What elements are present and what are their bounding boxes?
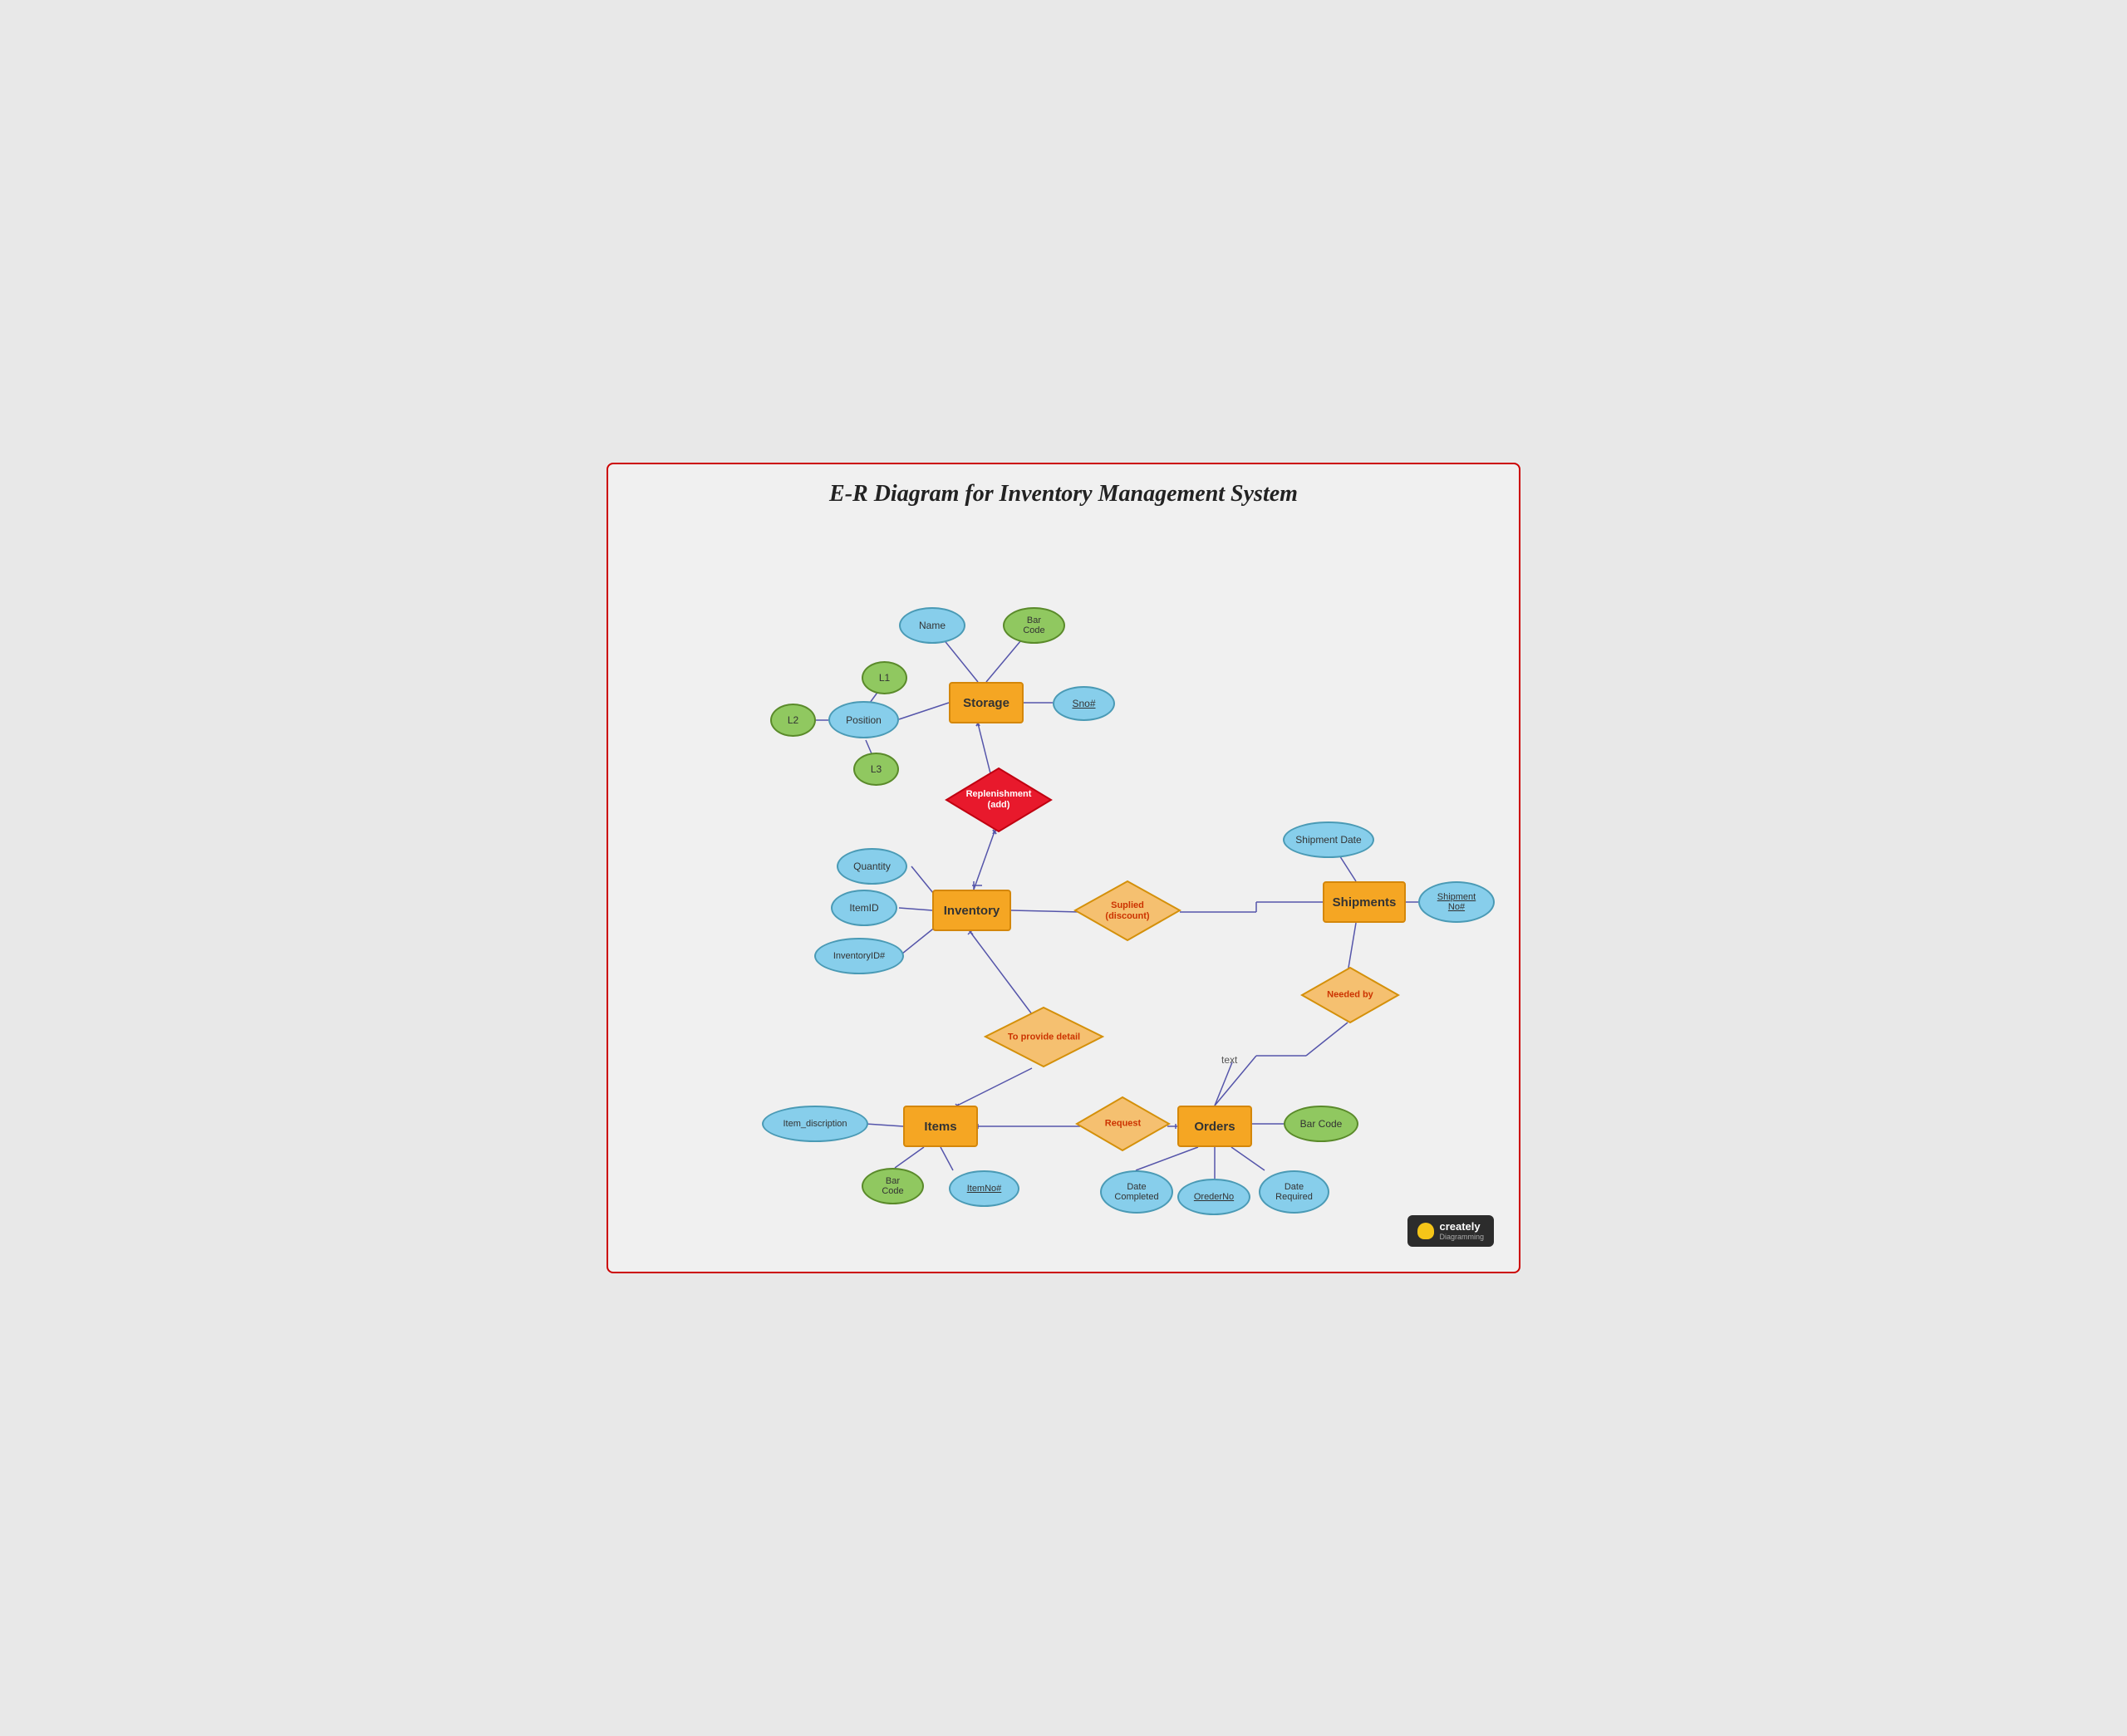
- attribute-l2: L2: [770, 704, 816, 737]
- attribute-barcode2: Bar Code: [862, 1168, 924, 1204]
- attribute-inventoryid: InventoryID#: [814, 938, 904, 974]
- attribute-date-required: Date Required: [1259, 1170, 1329, 1214]
- relationship-request: Request: [1075, 1096, 1171, 1152]
- attribute-orderno: OrederNo: [1177, 1179, 1250, 1215]
- creately-logo-text: creately Diagramming: [1439, 1220, 1484, 1242]
- attribute-name: Name: [899, 607, 965, 644]
- entity-orders: Orders: [1177, 1106, 1252, 1147]
- diagram-area: Storage Inventory Items Orders Shipments…: [625, 524, 1502, 1255]
- attribute-itemid: ItemID: [831, 890, 897, 926]
- attribute-shipment-date: Shipment Date: [1283, 821, 1374, 858]
- relationship-supplied: Suplied (discount): [1073, 880, 1181, 942]
- entity-items: Items: [903, 1106, 978, 1147]
- attribute-date-completed: Date Completed: [1100, 1170, 1173, 1214]
- entity-inventory: Inventory: [932, 890, 1011, 931]
- creately-bulb-icon: [1417, 1223, 1434, 1239]
- attribute-l1: L1: [862, 661, 907, 694]
- relationship-replenishment: Replenishment (add): [945, 767, 1053, 833]
- attribute-l3: L3: [853, 753, 899, 786]
- creately-logo: creately Diagramming: [1407, 1215, 1494, 1247]
- attribute-quantity: Quantity: [837, 848, 907, 885]
- diagram-container: E-R Diagram for Inventory Management Sys…: [607, 463, 1520, 1273]
- attribute-sno: Sno#: [1053, 686, 1115, 721]
- text-label: text: [1221, 1054, 1237, 1066]
- relationship-needed-by: Needed by: [1300, 966, 1400, 1024]
- entity-shipments: Shipments: [1323, 881, 1406, 923]
- attribute-barcode1: Bar Code: [1003, 607, 1065, 644]
- diagram-title: E-R Diagram for Inventory Management Sys…: [625, 481, 1502, 508]
- attribute-position: Position: [828, 701, 899, 738]
- attribute-barcode3: Bar Code: [1284, 1106, 1358, 1142]
- attribute-item-desc: Item_discription: [762, 1106, 868, 1142]
- relationship-to-provide: To provide detail: [984, 1006, 1104, 1068]
- entity-storage: Storage: [949, 682, 1024, 723]
- attribute-shipment-no: Shipment No#: [1418, 881, 1495, 923]
- attribute-itemno: ItemNo#: [949, 1170, 1019, 1207]
